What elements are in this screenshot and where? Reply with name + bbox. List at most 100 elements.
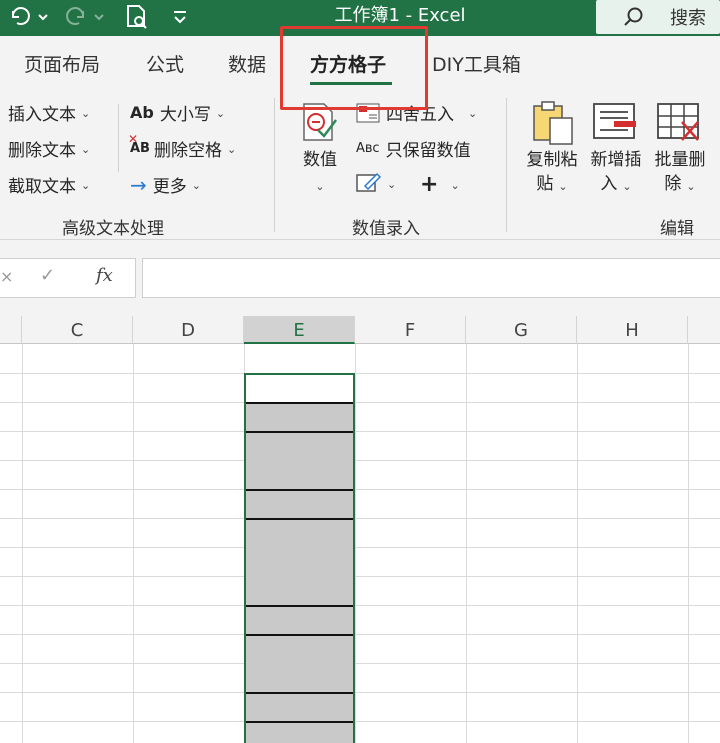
insert-button[interactable]: 新增插 入 ⌄ bbox=[584, 148, 648, 198]
insert-rows-icon bbox=[593, 103, 636, 139]
add-button[interactable]: + ⌄ bbox=[420, 172, 460, 197]
edit-icon bbox=[356, 172, 382, 192]
extract-text-button[interactable]: 截取文本 ⌄ bbox=[8, 172, 90, 197]
gridline bbox=[0, 431, 720, 432]
gridline bbox=[0, 605, 720, 606]
chevron-down-icon: ⌄ bbox=[215, 107, 226, 120]
remove-spaces-label: 删除空格 bbox=[153, 141, 222, 161]
column-header-partial[interactable] bbox=[688, 316, 720, 344]
column-header-partial[interactable] bbox=[0, 316, 22, 344]
chevron-down-icon: ⌄ bbox=[81, 143, 91, 156]
worksheet-grid[interactable]: C D E F G H bbox=[0, 316, 720, 743]
remove-spaces-icon: ✕ AB bbox=[128, 132, 150, 156]
chevron-down-icon: ⌄ bbox=[558, 180, 568, 193]
gridline bbox=[0, 518, 720, 519]
chevron-down-icon: ⌄ bbox=[191, 179, 201, 192]
gridline bbox=[688, 344, 689, 743]
column-header-g[interactable]: G bbox=[466, 316, 577, 344]
search-icon bbox=[624, 7, 643, 26]
copy-paste-button[interactable]: 复制粘 贴 ⌄ bbox=[520, 148, 584, 198]
insert-label-1: 新增插 bbox=[590, 150, 642, 170]
group-label-text: 高级文本处理 bbox=[62, 219, 164, 239]
insert-function-button[interactable]: fx bbox=[96, 265, 113, 286]
copy-paste-label-1: 复制粘 bbox=[526, 150, 578, 170]
highlight-annotation bbox=[280, 26, 428, 110]
chevron-down-icon: ⌄ bbox=[468, 107, 478, 120]
formula-controls: × ✓ fx bbox=[0, 258, 136, 298]
gridline bbox=[577, 344, 578, 743]
gridline bbox=[0, 547, 720, 548]
gridline bbox=[133, 344, 134, 743]
tab-diy-toolbox[interactable]: DIY工具箱 bbox=[432, 50, 521, 77]
gridline bbox=[0, 489, 720, 490]
formula-input[interactable] bbox=[142, 258, 720, 298]
gridline bbox=[0, 663, 720, 664]
gridline bbox=[22, 344, 23, 743]
tab-data[interactable]: 数据 bbox=[228, 50, 266, 77]
insert-icon-wrap[interactable] bbox=[592, 100, 640, 146]
undo-button[interactable] bbox=[4, 4, 50, 30]
gridline bbox=[466, 344, 467, 743]
case-icon: Ab bbox=[130, 103, 154, 122]
batch-delete-label-1: 批量删 bbox=[654, 150, 706, 170]
abc-icon: Aʙᴄ bbox=[356, 141, 380, 156]
insert-text-label: 插入文本 bbox=[8, 105, 76, 125]
case-button[interactable]: Ab 大小写 ⌄ bbox=[130, 100, 225, 125]
column-header-f[interactable]: F bbox=[355, 316, 466, 344]
extract-text-label: 截取文本 bbox=[8, 177, 76, 197]
chevron-down-icon: ⌄ bbox=[81, 179, 91, 192]
group-label-number: 数值录入 bbox=[352, 219, 420, 239]
tab-page-layout[interactable]: 页面布局 bbox=[24, 50, 100, 77]
delete-text-label: 删除文本 bbox=[8, 141, 76, 161]
chevron-down-icon: ⌄ bbox=[387, 177, 397, 191]
remove-spaces-button[interactable]: ✕ AB 删除空格 ⌄ bbox=[128, 132, 237, 161]
case-label: 大小写 bbox=[159, 105, 211, 125]
copy-paste-icon-wrap[interactable] bbox=[530, 100, 578, 146]
search-box[interactable]: 搜索 bbox=[596, 0, 720, 34]
search-label: 搜索 bbox=[670, 8, 706, 29]
column-header-d[interactable]: D bbox=[133, 316, 244, 344]
number-button[interactable]: 数值 ⌄ bbox=[296, 148, 344, 198]
gridline bbox=[0, 634, 720, 635]
document-search-icon bbox=[127, 5, 147, 29]
cancel-icon[interactable]: × bbox=[0, 267, 13, 286]
column-header-c[interactable]: C bbox=[22, 316, 133, 344]
delete-text-button[interactable]: 删除文本 ⌄ bbox=[8, 136, 90, 161]
edit-format-button[interactable]: ⌄ bbox=[356, 172, 396, 194]
more-label: 更多 bbox=[152, 177, 187, 197]
undo-icon bbox=[11, 7, 48, 26]
plus-icon: + bbox=[420, 172, 439, 197]
chevron-down-icon: ⌄ bbox=[226, 143, 237, 156]
gridline bbox=[0, 576, 720, 577]
customize-toolbar-button[interactable] bbox=[168, 4, 192, 30]
gridline bbox=[0, 402, 720, 403]
gridline bbox=[355, 344, 356, 743]
confirm-icon[interactable]: ✓ bbox=[40, 265, 55, 286]
batch-delete-icon-wrap[interactable] bbox=[656, 100, 704, 146]
insert-text-button[interactable]: 插入文本 ⌄ bbox=[8, 100, 90, 125]
number-label: 数值 bbox=[303, 150, 337, 170]
clipboard-icon bbox=[533, 101, 573, 145]
group-label-edit: 编辑 bbox=[660, 219, 694, 239]
chevron-down-icon: ⌄ bbox=[315, 180, 325, 193]
gridline bbox=[0, 460, 720, 461]
arrow-right-icon: → bbox=[130, 172, 147, 197]
column-header-e[interactable]: E bbox=[244, 316, 355, 344]
batch-delete-button[interactable]: 批量删 除 ⌄ bbox=[648, 148, 712, 198]
more-button[interactable]: → 更多 ⌄ bbox=[130, 172, 201, 198]
redo-button[interactable] bbox=[60, 4, 106, 30]
tab-formulas[interactable]: 公式 bbox=[146, 50, 184, 77]
delete-table-icon bbox=[657, 103, 699, 141]
chevron-down-icon bbox=[174, 11, 186, 24]
redo-icon bbox=[66, 7, 104, 26]
copy-paste-label-2: 贴 bbox=[536, 174, 554, 194]
keep-values-button[interactable]: Aʙᴄ 只保留数值 bbox=[356, 136, 471, 161]
print-preview-button[interactable] bbox=[122, 4, 152, 30]
ribbon: 插入文本 ⌄ 删除文本 ⌄ 截取文本 ⌄ Ab 大小写 ⌄ ✕ AB 删除空格 ⌄ → 更多… bbox=[0, 90, 720, 240]
column-header-h[interactable]: H bbox=[577, 316, 688, 344]
chevron-down-icon: ⌄ bbox=[81, 107, 91, 120]
keep-values-label: 只保留数值 bbox=[385, 141, 471, 161]
chevron-down-icon: ⌄ bbox=[622, 180, 632, 193]
group-separator bbox=[506, 98, 507, 232]
gridline bbox=[0, 721, 720, 722]
